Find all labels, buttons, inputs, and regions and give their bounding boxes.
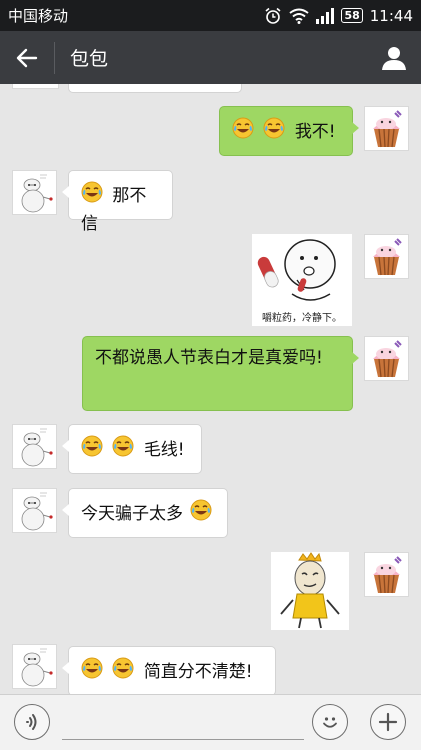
baymax-avatar-image [13, 425, 56, 468]
baymax-avatar-image [13, 171, 56, 214]
carrier-label: 中国移动 [8, 7, 69, 25]
sticker-caption: 嚼粒药，冷静下。 [262, 313, 342, 324]
cupcake-avatar-image [365, 107, 408, 150]
contact-profile-button[interactable] [367, 31, 421, 84]
alarm-icon [265, 7, 281, 24]
chat-message-list[interactable]: 我不! 那不信 嚼粒药，冷静下。 不都说愚人节表白才是真爱吗! 毛线! 今天骗子… [0, 84, 421, 694]
cupcake-avatar-image [365, 553, 408, 596]
message-text-input[interactable] [62, 705, 304, 740]
more-options-button[interactable] [370, 704, 406, 740]
tears-of-joy-emoji [112, 657, 134, 687]
message-row: 我不! [0, 104, 421, 160]
message-row: 那不信 [0, 170, 421, 234]
baymax-avatar-image [13, 489, 56, 532]
received-message-bubble[interactable]: 毛线! [62, 424, 202, 474]
sent-message-bubble[interactable]: 不都说愚人节表白才是真爱吗! [82, 336, 359, 411]
contact-avatar[interactable] [12, 488, 57, 533]
header-divider [54, 41, 55, 74]
sent-message-bubble[interactable]: 我不! [219, 106, 359, 156]
pill-sticker[interactable]: 嚼粒药，冷静下。 [252, 234, 352, 326]
message-text: 不都说愚人节表白才是真爱吗! [95, 348, 323, 368]
person-icon [382, 46, 406, 70]
face-sticker-image [271, 552, 349, 630]
my-avatar[interactable] [364, 336, 409, 381]
tears-of-joy-emoji [112, 435, 134, 465]
message-row: 简直分不清楚! [0, 644, 421, 694]
chat-title: 包包 [70, 48, 109, 70]
message-row: 不都说愚人节表白才是真爱吗! [0, 336, 421, 416]
back-button[interactable] [0, 31, 54, 84]
message-text: 毛线! [143, 440, 185, 460]
cupcake-avatar-image [365, 337, 408, 380]
smiley-icon [323, 717, 337, 728]
message-row: 今天骗子太多 [0, 488, 421, 540]
received-message-bubble[interactable]: 那不信 [62, 170, 173, 234]
plus-icon [378, 712, 398, 732]
received-message-bubble[interactable]: 简直分不清楚! [62, 646, 276, 694]
tears-of-joy-emoji [190, 499, 212, 529]
cupcake-avatar-image [365, 235, 408, 278]
received-message-bubble[interactable]: 今天骗子太多 [62, 488, 228, 538]
status-icons: 58 11:44 [264, 7, 413, 25]
status-bar: 中国移动 58 11:44 [0, 0, 421, 31]
wifi-icon [289, 8, 310, 24]
chat-header: 包包 [0, 31, 421, 84]
emoji-button[interactable] [312, 704, 348, 740]
message-text: 简直分不清楚! [143, 662, 253, 682]
voice-icon [26, 714, 37, 730]
message-text: 今天骗子太多 [81, 504, 183, 524]
signal-icon [316, 7, 335, 24]
my-avatar[interactable] [364, 552, 409, 597]
contact-avatar[interactable] [12, 170, 57, 215]
message-row [0, 552, 421, 636]
tears-of-joy-emoji [263, 117, 285, 147]
previous-avatar-fragment [12, 84, 59, 89]
pill-sticker-image [252, 234, 352, 310]
tears-of-joy-emoji [232, 117, 254, 147]
message-input-bar [0, 694, 421, 750]
voice-input-button[interactable] [14, 704, 50, 740]
previous-message-fragment [68, 84, 242, 93]
baymax-avatar-image [13, 645, 56, 688]
tears-of-joy-emoji [81, 435, 103, 465]
battery-indicator: 58 [341, 8, 363, 23]
message-row: 毛线! [0, 424, 421, 476]
face-sticker[interactable] [271, 552, 349, 630]
clock: 11:44 [369, 6, 413, 25]
message-text: 我不! [294, 122, 336, 142]
contact-avatar[interactable] [12, 644, 57, 689]
my-avatar[interactable] [364, 106, 409, 151]
tears-of-joy-emoji [81, 181, 103, 211]
message-row: 嚼粒药，冷静下。 [0, 234, 421, 334]
contact-avatar[interactable] [12, 424, 57, 469]
back-arrow-icon [16, 48, 38, 67]
tears-of-joy-emoji [81, 657, 103, 687]
my-avatar[interactable] [364, 234, 409, 279]
